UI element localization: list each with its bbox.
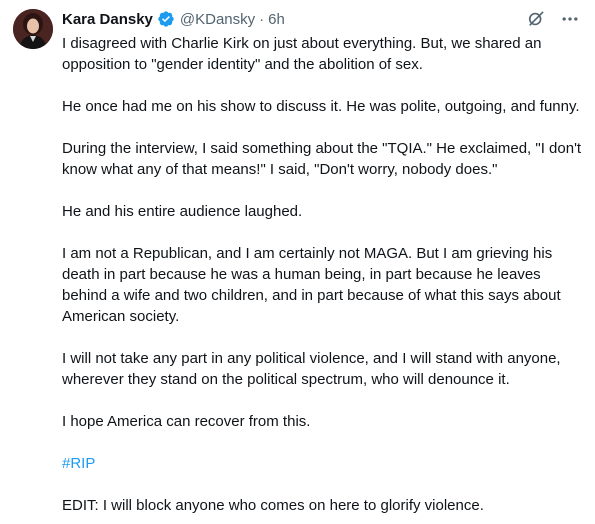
post-time[interactable]: 6h [268, 11, 285, 28]
avatar[interactable] [13, 9, 53, 49]
tweet-paragraph: During the interview, I said something a… [62, 140, 582, 178]
author-name[interactable]: Kara Dansky [62, 11, 153, 28]
tweet-paragraph: EDIT: I will block anyone who comes on h… [62, 497, 484, 514]
verified-badge-icon [157, 10, 175, 28]
tweet-actions [525, 8, 581, 30]
hashtag-link[interactable]: #RIP [62, 455, 95, 472]
tweet-paragraph: He once had me on his show to discuss it… [62, 98, 580, 115]
tweet: Kara Dansky @KDansky · 6h I disagreed wi… [0, 0, 595, 524]
tweet-paragraph: I am not a Republican, and I am certainl… [62, 245, 561, 325]
hashtag-paragraph: #RIP [62, 453, 584, 474]
grok-icon[interactable] [525, 8, 547, 30]
tweet-body: I disagreed with Charlie Kirk on just ab… [62, 33, 584, 516]
tweet-header: Kara Dansky @KDansky · 6h [62, 9, 285, 29]
tweet-paragraph: He and his entire audience laughed. [62, 203, 303, 220]
separator-dot: · [259, 10, 265, 28]
tweet-paragraph: I disagreed with Charlie Kirk on just ab… [62, 35, 542, 73]
tweet-paragraph: I hope America can recover from this. [62, 413, 311, 430]
tweet-paragraph: I will not take any part in any politica… [62, 350, 561, 388]
author-handle[interactable]: @KDansky [180, 11, 255, 28]
more-icon[interactable] [559, 8, 581, 30]
